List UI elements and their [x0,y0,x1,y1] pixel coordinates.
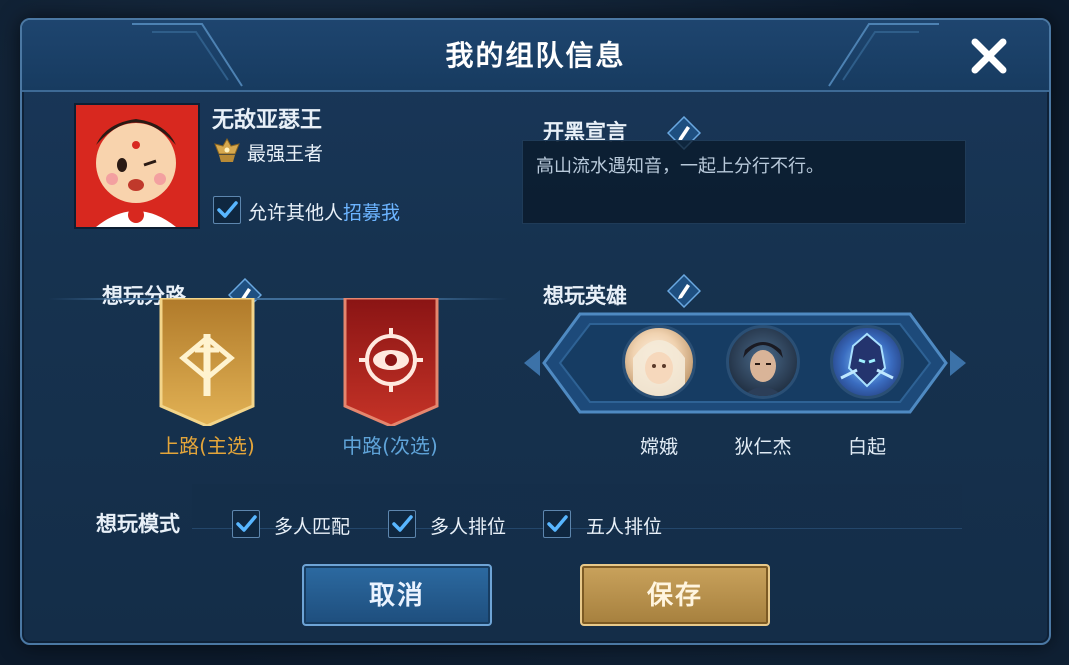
mode-label-multi-ranked: 多人排位 [430,516,507,538]
hero-name-direnjie: 狄仁杰 [734,436,792,458]
close-icon [971,38,1007,74]
mode-checkbox-multi-ranked[interactable] [388,510,416,538]
hero-name-change: 嫦娥 [639,436,678,458]
player-avatar [74,103,200,229]
direnjie-portrait-icon [743,342,783,396]
player-name: 无敌亚瑟王 [212,108,323,133]
allow-recruit-checkbox[interactable] [213,196,241,224]
edit-hero-icon[interactable] [667,274,701,308]
mode-preference-label: 想玩模式 [96,512,180,536]
mode-checkbox-five-ranked[interactable] [543,510,571,538]
player-rank: 最强王者 [247,143,324,165]
mid-lane-banner[interactable] [341,298,441,426]
checkmark-icon [547,515,568,532]
hero-portrait-change[interactable] [622,325,696,399]
recruit-me-link[interactable]: 招募我 [343,202,400,224]
change-portrait-icon [633,340,685,396]
hero-portrait-direnjie[interactable] [726,325,800,399]
mode-label-five-ranked: 五人排位 [586,516,663,538]
hero-name-baiqi: 白起 [847,436,886,458]
checkmark-icon [392,515,413,532]
hero-portrait-baiqi[interactable] [830,325,904,399]
dialog-title: 我的组队信息 [445,39,626,72]
king-rank-icon [214,138,240,162]
secondary-lane-label: 中路(次选) [342,434,438,458]
mode-checkbox-multi-match[interactable] [232,510,260,538]
allow-recruit-text: 允许其他人 [248,202,344,224]
cancel-button[interactable]: 取消 [302,564,492,626]
checkmark-icon [217,201,238,218]
close-button[interactable] [967,34,1011,78]
checkmark-icon [236,515,257,532]
declaration-text-box[interactable]: 高山流水遇知音，一起上分行不行。 [522,140,966,224]
baiqi-portrait-icon [840,332,894,388]
dialog-title-bar: 我的组队信息 [22,20,1049,92]
mode-label-multi-match: 多人匹配 [274,516,351,538]
allow-recruit-label: 允许其他人招募我 [248,198,400,225]
top-lane-banner[interactable] [157,298,257,426]
primary-lane-label: 上路(主选) [159,434,255,458]
save-button[interactable]: 保存 [580,564,770,626]
avatar-character-icon [76,105,198,227]
